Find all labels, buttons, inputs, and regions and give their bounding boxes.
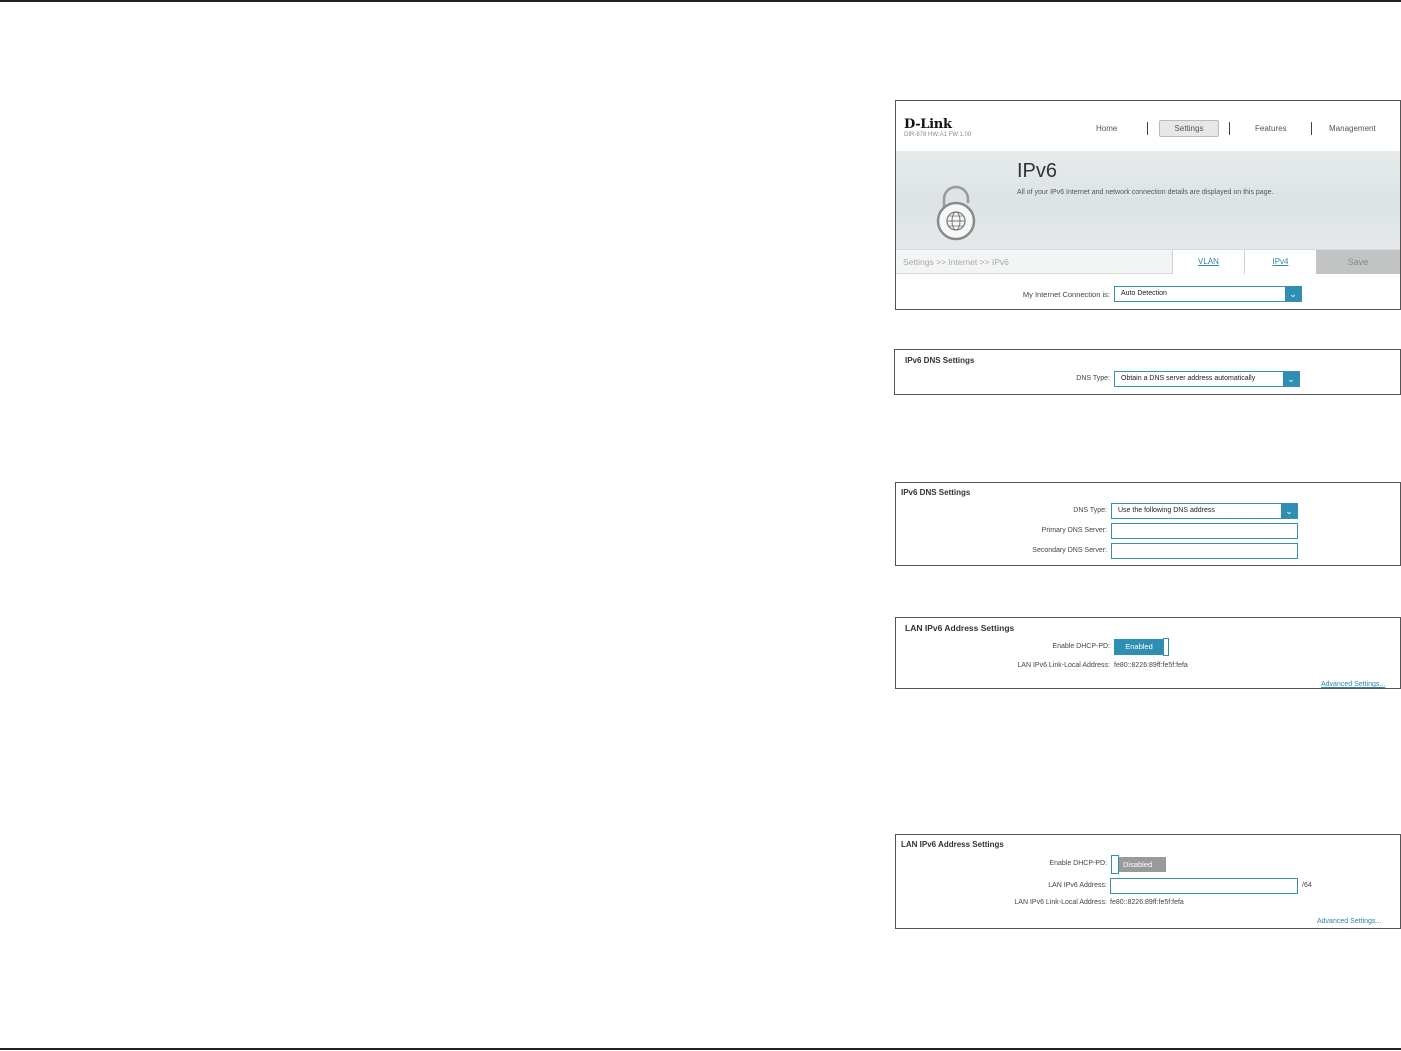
dns-type-select[interactable]: Use the following DNS address ⌄ bbox=[1111, 503, 1298, 519]
connection-value: Auto Detection bbox=[1121, 290, 1167, 297]
dns-manual-screenshot: IPv6 DNS Settings DNS Type: Use the foll… bbox=[895, 482, 1401, 566]
dns-auto-screenshot: IPv6 DNS Settings DNS Type: Obtain a DNS… bbox=[894, 349, 1401, 395]
connection-label: My Internet Connection is: bbox=[1022, 290, 1110, 299]
nav-settings[interactable]: Settings bbox=[1159, 120, 1219, 137]
page-title: IPv6 bbox=[1017, 160, 1058, 182]
nav-divider bbox=[1311, 122, 1312, 135]
lan-address-input[interactable] bbox=[1110, 878, 1298, 894]
toggle-handle[interactable] bbox=[1111, 855, 1119, 874]
chevron-down-icon: ⌄ bbox=[1281, 504, 1297, 518]
link-local-value: fe80::8226:89ff:fe5f:fefa bbox=[1110, 899, 1184, 906]
section-title: IPv6 DNS Settings bbox=[901, 488, 971, 497]
header-bar: D-Link DIR-878 HW:A1 FW:1.00 Home Settin… bbox=[896, 101, 1400, 151]
primary-dns-input[interactable] bbox=[1111, 523, 1298, 539]
secondary-dns-input[interactable] bbox=[1111, 543, 1298, 559]
dhcp-pd-label: Enable DHCP-PD: bbox=[1052, 643, 1110, 650]
nav-divider bbox=[1229, 122, 1230, 135]
ipv6-main-screenshot: D-Link DIR-878 HW:A1 FW:1.00 Home Settin… bbox=[895, 100, 1401, 310]
dns-type-label: DNS Type: bbox=[1076, 375, 1110, 382]
bottom-rule bbox=[0, 1048, 1401, 1050]
link-local-label: LAN IPv6 Link-Local Address: bbox=[1017, 662, 1110, 669]
nav-features[interactable]: Features bbox=[1255, 124, 1287, 133]
breadcrumb-bar: Settings >> Internet >> IPv6 VLAN IPv4 S… bbox=[896, 249, 1400, 274]
manual-page: D-Link DIR-878 HW:A1 FW:1.00 Home Settin… bbox=[0, 0, 1401, 1051]
dns-type-value: Use the following DNS address bbox=[1118, 507, 1215, 514]
lan-dhcppd-disabled-screenshot: LAN IPv6 Address Settings Enable DHCP-PD… bbox=[895, 834, 1401, 929]
link-local-value: fe80::8226:89ff:fe5f:fefa bbox=[1114, 662, 1188, 669]
dns-type-label: DNS Type: bbox=[1073, 507, 1107, 514]
dns-type-select[interactable]: Obtain a DNS server address automaticall… bbox=[1114, 371, 1300, 387]
tab-ipv4[interactable]: IPv4 bbox=[1244, 250, 1316, 274]
nav-home[interactable]: Home bbox=[1096, 124, 1117, 133]
advanced-settings-link[interactable]: Advanced Settings... bbox=[1321, 681, 1385, 688]
prefix-suffix: /64 bbox=[1302, 882, 1312, 889]
secondary-dns-label: Secondary DNS Server: bbox=[1032, 547, 1107, 554]
primary-dns-label: Primary DNS Server: bbox=[1041, 527, 1107, 534]
dhcp-pd-label: Enable DHCP-PD: bbox=[1049, 860, 1107, 867]
breadcrumb: Settings >> Internet >> IPv6 bbox=[903, 257, 1009, 267]
page-banner: IPv6 All of your IPv6 Internet and netwo… bbox=[896, 151, 1400, 249]
dhcp-pd-toggle[interactable]: Enabled bbox=[1114, 639, 1164, 655]
dlink-logo: D-Link bbox=[904, 117, 952, 132]
section-title: IPv6 DNS Settings bbox=[905, 356, 975, 365]
chevron-down-icon: ⌄ bbox=[1283, 372, 1299, 386]
toggle-handle[interactable] bbox=[1163, 638, 1169, 656]
lock-globe-icon bbox=[932, 181, 980, 241]
connection-select[interactable]: Auto Detection ⌄ bbox=[1114, 286, 1302, 302]
section-title: LAN IPv6 Address Settings bbox=[901, 840, 1004, 849]
lan-address-label: LAN IPv6 Address: bbox=[1048, 882, 1107, 889]
link-local-label: LAN IPv6 Link-Local Address: bbox=[1014, 899, 1107, 906]
tab-vlan[interactable]: VLAN bbox=[1172, 250, 1244, 274]
device-info: DIR-878 HW:A1 FW:1.00 bbox=[904, 132, 972, 138]
lan-dhcppd-enabled-screenshot: LAN IPv6 Address Settings Enable DHCP-PD… bbox=[895, 617, 1401, 689]
save-button[interactable]: Save bbox=[1316, 250, 1400, 274]
nav-management[interactable]: Management bbox=[1329, 124, 1376, 133]
section-title: LAN IPv6 Address Settings bbox=[905, 623, 1015, 633]
dhcp-pd-toggle[interactable]: Disabled bbox=[1119, 857, 1166, 872]
chevron-down-icon: ⌄ bbox=[1285, 287, 1301, 301]
page-description: All of your IPv6 Internet and network co… bbox=[1017, 189, 1274, 196]
nav-divider bbox=[1147, 122, 1148, 135]
top-rule bbox=[0, 0, 1401, 2]
advanced-settings-link[interactable]: Advanced Settings... bbox=[1317, 918, 1381, 925]
dns-type-value: Obtain a DNS server address automaticall… bbox=[1121, 375, 1256, 382]
